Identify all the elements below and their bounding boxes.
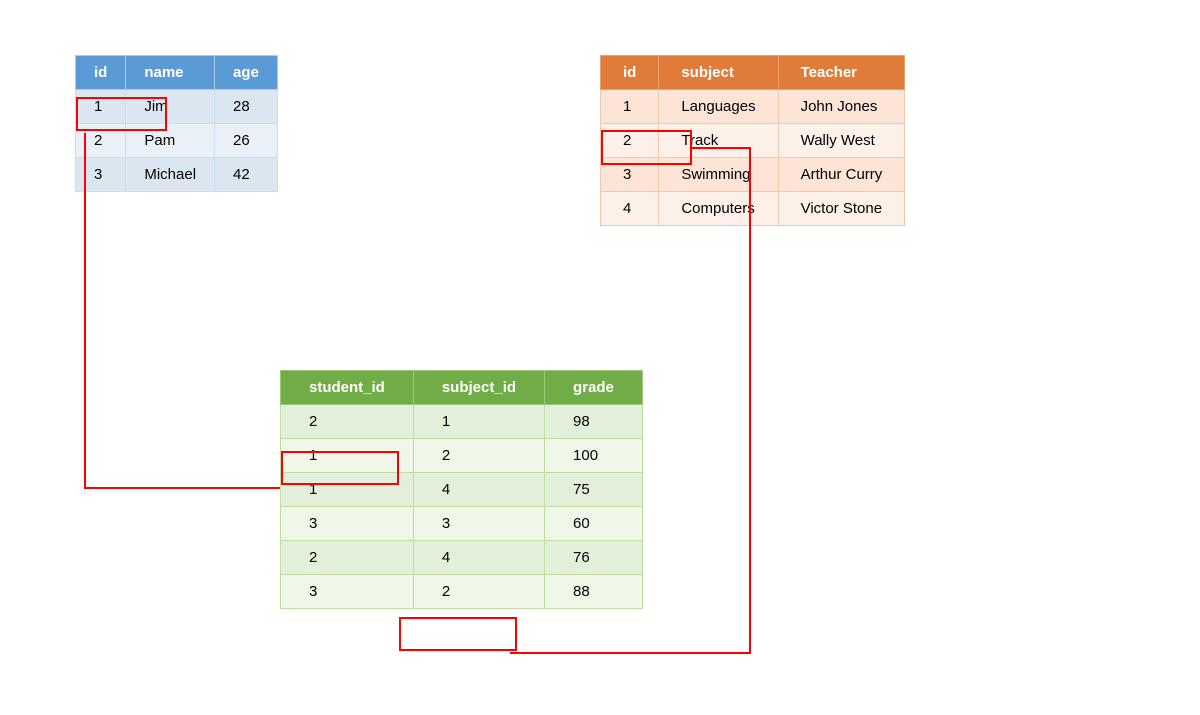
grades-table-wrapper: student_id subject_id grade 219812100147… [280, 370, 643, 609]
courses-col-teacher: Teacher [778, 56, 905, 90]
table-row: 1Jim28 [76, 90, 278, 124]
grades-col-grade: grade [545, 371, 643, 405]
table-row: 2476 [281, 541, 643, 575]
grades-col-student-id: student_id [281, 371, 414, 405]
highlight-grades-subjectid2 [399, 617, 517, 651]
table-row: 1LanguagesJohn Jones [601, 90, 905, 124]
grades-col-subject-id: subject_id [413, 371, 544, 405]
students-table-wrapper: id name age 1Jim282Pam263Michael42 [75, 55, 278, 192]
courses-col-subject: subject [659, 56, 778, 90]
table-row: 3288 [281, 575, 643, 609]
table-row: 4ComputersVictor Stone [601, 192, 905, 226]
courses-table: id subject Teacher 1LanguagesJohn Jones2… [600, 55, 905, 226]
students-table: id name age 1Jim282Pam263Michael42 [75, 55, 278, 192]
table-row: 1475 [281, 473, 643, 507]
table-row: 2198 [281, 405, 643, 439]
students-col-name: name [126, 56, 215, 90]
table-row: 2Pam26 [76, 124, 278, 158]
students-col-id: id [76, 56, 126, 90]
table-row: 2TrackWally West [601, 124, 905, 158]
courses-col-id: id [601, 56, 659, 90]
grades-table: student_id subject_id grade 219812100147… [280, 370, 643, 609]
table-row: 3SwimmingArthur Curry [601, 158, 905, 192]
table-row: 3360 [281, 507, 643, 541]
table-row: 3Michael42 [76, 158, 278, 192]
students-col-age: age [215, 56, 278, 90]
courses-table-wrapper: id subject Teacher 1LanguagesJohn Jones2… [600, 55, 905, 226]
table-row: 12100 [281, 439, 643, 473]
